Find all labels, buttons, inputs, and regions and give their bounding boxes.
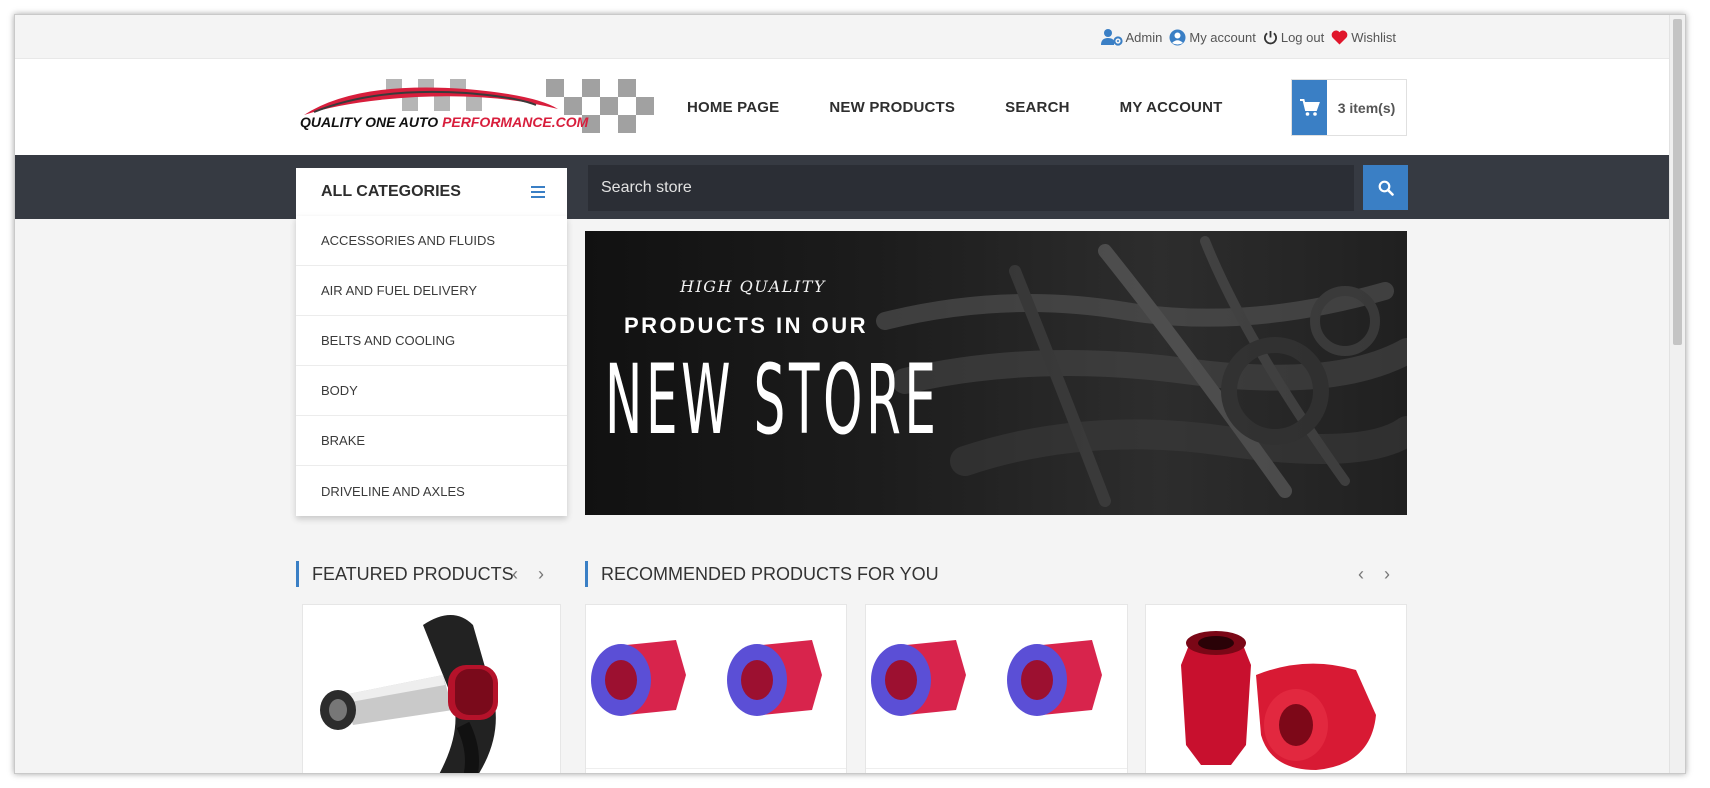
featured-prev-arrow-icon[interactable]: ‹ bbox=[512, 563, 518, 585]
hamburger-menu-icon bbox=[531, 186, 545, 198]
card-divider bbox=[866, 768, 1127, 769]
nav-home-page[interactable]: HOME PAGE bbox=[687, 99, 779, 116]
cart-count: 3 item(s) bbox=[1337, 99, 1396, 116]
red-hex-fittings-image bbox=[1181, 631, 1376, 770]
featured-products-title: FEATURED PRODUCTS bbox=[296, 561, 514, 587]
category-item[interactable]: ACCESSORIES AND FLUIDS bbox=[296, 216, 567, 266]
logout-link[interactable]: Log out bbox=[1263, 30, 1324, 45]
category-item[interactable]: DRIVELINE AND AXLES bbox=[296, 466, 567, 516]
cart-icon-box bbox=[1292, 80, 1327, 135]
search-input[interactable] bbox=[588, 165, 1354, 211]
featured-next-arrow-icon[interactable]: › bbox=[538, 563, 544, 585]
cold-air-intake-image bbox=[320, 615, 498, 773]
hose-end-fittings-image bbox=[591, 640, 822, 716]
logo-image: QUALITY ONE AUTO PERFORMANCE.COM bbox=[296, 79, 663, 135]
product-name[interactable]: 1260 bbox=[586, 771, 846, 773]
vertical-scrollbar[interactable] bbox=[1669, 15, 1685, 773]
heart-icon bbox=[1331, 30, 1348, 44]
category-item[interactable]: AIR AND FUEL DELIVERY bbox=[296, 266, 567, 316]
admin-link-label: Admin bbox=[1125, 29, 1163, 45]
featured-carousel-arrows: ‹ › bbox=[512, 563, 544, 585]
banner-line-high-quality: HIGH QUALITY bbox=[680, 277, 826, 296]
product-card[interactable] bbox=[1145, 604, 1407, 773]
product-name[interactable]: 1260 bbox=[866, 771, 1127, 773]
banner-line-products: PRODUCTS IN OUR bbox=[624, 313, 869, 338]
shopping-cart-icon bbox=[1299, 98, 1320, 116]
top-links: Admin My account Log out Wishlist bbox=[1100, 28, 1396, 46]
site-header: QUALITY ONE AUTO PERFORMANCE.COM HOME PA… bbox=[15, 59, 1671, 155]
recommended-next-arrow-icon[interactable]: › bbox=[1384, 563, 1390, 585]
all-categories-title: ALL CATEGORIES bbox=[321, 183, 461, 200]
logo-lettering: QUALITY ONE AUTO PERFORMANCE.COM bbox=[300, 114, 589, 130]
my-account-link[interactable]: My account bbox=[1169, 29, 1256, 46]
featured-products-title-text: FEATURED PRODUCTS bbox=[312, 563, 514, 584]
product-card[interactable]: 1260 bbox=[865, 604, 1128, 773]
main-nav: HOME PAGE NEW PRODUCTS SEARCH MY ACCOUNT bbox=[687, 99, 1223, 116]
nav-search[interactable]: SEARCH bbox=[1005, 99, 1070, 116]
my-account-link-label: My account bbox=[1189, 29, 1256, 45]
power-icon bbox=[1263, 30, 1277, 44]
recommended-products-title: RECOMMENDED PRODUCTS FOR YOU bbox=[585, 561, 939, 587]
recommended-carousel-arrows: ‹ › bbox=[1358, 563, 1390, 585]
category-list: ACCESSORIES AND FLUIDS AIR AND FUEL DELI… bbox=[296, 216, 567, 516]
recommended-prev-arrow-icon[interactable]: ‹ bbox=[1358, 563, 1364, 585]
product-card[interactable]: 1260 bbox=[585, 604, 847, 773]
cart-button[interactable]: 3 item(s) bbox=[1291, 79, 1407, 136]
site-logo[interactable]: QUALITY ONE AUTO PERFORMANCE.COM bbox=[296, 79, 663, 135]
all-categories-toggle[interactable]: ALL CATEGORIES bbox=[296, 168, 567, 216]
wishlist-link-label: Wishlist bbox=[1351, 29, 1396, 45]
logout-link-label: Log out bbox=[1280, 29, 1325, 45]
category-item[interactable]: BRAKE bbox=[296, 416, 567, 466]
hero-banner[interactable]: HIGH QUALITY PRODUCTS IN OUR NEW STORE bbox=[585, 231, 1407, 515]
scrollbar-thumb[interactable] bbox=[1673, 19, 1682, 345]
nav-my-account[interactable]: MY ACCOUNT bbox=[1120, 99, 1223, 116]
category-item[interactable]: BELTS AND COOLING bbox=[296, 316, 567, 366]
card-divider bbox=[586, 768, 846, 769]
search-button[interactable] bbox=[1363, 165, 1408, 210]
wishlist-link[interactable]: Wishlist bbox=[1331, 30, 1396, 45]
admin-link[interactable]: Admin bbox=[1100, 28, 1163, 46]
user-circle-icon bbox=[1169, 29, 1186, 45]
category-item[interactable]: BODY bbox=[296, 366, 567, 416]
hose-end-fittings-image bbox=[871, 640, 1102, 716]
admin-user-gear-icon bbox=[1100, 29, 1123, 46]
search-icon bbox=[1378, 180, 1394, 196]
top-utility-bar: Admin My account Log out Wishlist bbox=[15, 15, 1671, 59]
recommended-products-title-text: RECOMMENDED PRODUCTS FOR YOU bbox=[601, 563, 939, 584]
browser-viewport: Admin My account Log out Wishlist QUALIT… bbox=[14, 14, 1686, 774]
nav-new-products[interactable]: NEW PRODUCTS bbox=[829, 99, 955, 116]
product-card[interactable] bbox=[302, 604, 561, 773]
banner-line-new-store: NEW STORE bbox=[605, 344, 940, 456]
